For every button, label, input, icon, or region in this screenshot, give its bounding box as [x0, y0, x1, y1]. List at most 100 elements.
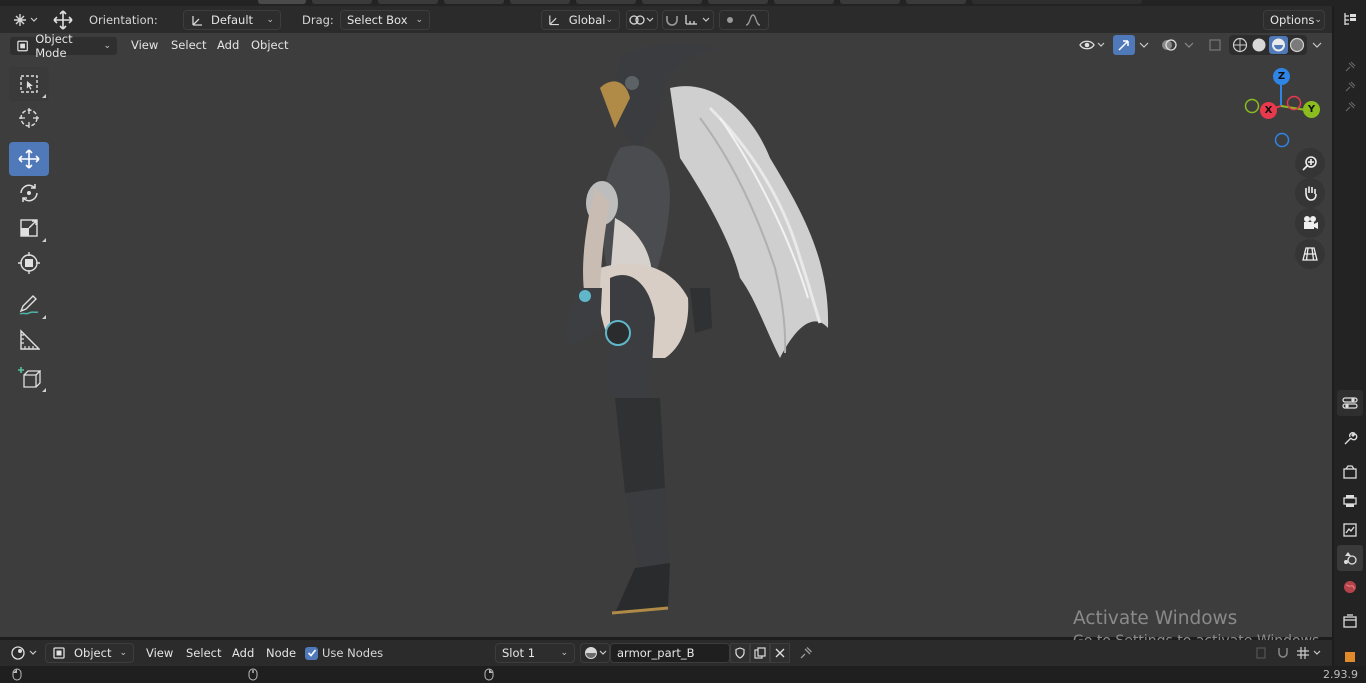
transform-tool-icon — [14, 14, 38, 26]
xray-icon — [1209, 39, 1221, 51]
workspace-tab[interactable] — [840, 0, 900, 4]
outliner-icon[interactable] — [1337, 6, 1363, 32]
grid-perspective-icon — [1302, 247, 1318, 261]
measure-tool[interactable] — [9, 323, 49, 357]
mode-dropdown[interactable]: Object Mode ⌄ — [9, 32, 118, 60]
node-snapping-button[interactable] — [1273, 643, 1293, 663]
object-mode-icon — [17, 40, 28, 52]
rotate-tool[interactable] — [9, 176, 49, 210]
orientation-dropdown[interactable]: Default ⌄ — [183, 10, 281, 30]
options-dropdown[interactable]: Options ⌄ — [1263, 10, 1325, 30]
gizmo-z-axis[interactable]: Z — [1273, 68, 1290, 85]
xray-button[interactable] — [1205, 35, 1225, 55]
material-name: armor_part_B — [617, 646, 695, 660]
chevron-down-icon: ⌄ — [415, 15, 423, 25]
editor-type-button[interactable] — [10, 10, 40, 30]
transform-tool[interactable] — [9, 246, 49, 280]
tool-settings-icon[interactable] — [1337, 425, 1363, 451]
gizmo-x-axis[interactable]: X — [1260, 102, 1277, 119]
node-menu-view[interactable]: View — [146, 646, 173, 660]
editor-type-button[interactable] — [8, 643, 40, 663]
rendered-shading-icon — [1289, 37, 1305, 53]
shader-type-value: Object — [74, 646, 112, 660]
search-field[interactable] — [972, 0, 1142, 4]
orientation-label: Orientation: — [89, 13, 158, 27]
snapping-button[interactable] — [662, 10, 714, 30]
visibility-button[interactable] — [1077, 35, 1109, 55]
orientation-value: Default — [211, 13, 254, 27]
cursor-tool[interactable] — [9, 101, 49, 135]
workspace-tab[interactable] — [642, 0, 702, 4]
proportional-editing-button[interactable] — [719, 10, 769, 30]
add-cube-tool[interactable] — [9, 361, 49, 395]
fake-user-button[interactable] — [730, 643, 750, 663]
material-slot-dropdown[interactable]: Slot 1 ⌄ — [495, 643, 575, 663]
transform-orientation-dropdown[interactable]: Global ⌄ — [541, 10, 620, 30]
navigation-gizmo[interactable]: Z X Y — [1236, 64, 1326, 154]
mouse-left-icon — [12, 668, 22, 683]
menu-add[interactable]: Add — [217, 38, 239, 52]
view-layer-icon[interactable] — [1337, 517, 1363, 543]
material-name-field[interactable]: armor_part_B — [610, 643, 730, 663]
menu-view[interactable]: View — [131, 38, 158, 52]
workspace-tab[interactable] — [510, 0, 570, 4]
zoom-icon — [1302, 156, 1317, 171]
camera-view-button[interactable] — [1295, 208, 1325, 238]
pin-icon[interactable] — [1337, 94, 1363, 120]
material-shading-icon — [1272, 38, 1285, 52]
unlink-material-button[interactable] — [770, 643, 790, 663]
gizmo-y-axis[interactable]: Y — [1303, 101, 1320, 118]
workspace-tab[interactable] — [708, 0, 768, 4]
tool-options-corner — [42, 388, 46, 392]
workspace-tab[interactable] — [312, 0, 372, 4]
output-icon[interactable] — [1337, 488, 1363, 514]
node-menu-node[interactable]: Node — [266, 646, 296, 660]
properties-tool-icon[interactable] — [1337, 390, 1363, 416]
drag-dropdown[interactable]: Select Box ⌄ — [340, 10, 430, 30]
use-nodes-label: Use Nodes — [322, 646, 384, 660]
pin-node-tree-button[interactable] — [796, 643, 816, 663]
workspace-tab[interactable] — [444, 0, 504, 4]
use-nodes-toggle[interactable]: Use Nodes — [305, 646, 383, 660]
zoom-button[interactable] — [1295, 148, 1325, 178]
active-tool-move-icon[interactable] — [49, 10, 77, 30]
overlays-button[interactable] — [1158, 35, 1180, 55]
workspace-tab-active[interactable] — [258, 0, 306, 4]
world-icon[interactable] — [1337, 574, 1363, 600]
workspace-tab[interactable] — [906, 0, 966, 4]
move-icon — [18, 149, 40, 169]
tool-header: Orientation: Default ⌄ Drag: Select Box … — [0, 6, 1332, 33]
workspace-tab[interactable] — [576, 0, 636, 4]
shading-buttons — [1229, 35, 1307, 55]
menu-object[interactable]: Object — [251, 38, 288, 52]
annotate-tool[interactable] — [9, 288, 49, 322]
gizmo-dropdown[interactable] — [1136, 35, 1152, 55]
node-snap-element-button[interactable] — [1295, 643, 1325, 663]
overlays-dropdown[interactable] — [1181, 35, 1197, 55]
solid-shading-icon — [1252, 38, 1266, 52]
pivot-icon — [629, 15, 654, 25]
checkbox-checked-icon[interactable] — [305, 646, 318, 660]
gizmo-toggle-button[interactable] — [1113, 35, 1135, 55]
backdrop-button[interactable] — [1251, 643, 1271, 663]
workspace-tab[interactable] — [378, 0, 438, 4]
pan-button[interactable] — [1295, 178, 1325, 208]
node-menu-select[interactable]: Select — [186, 646, 221, 660]
drag-label: Drag: — [302, 13, 334, 27]
scene-icon[interactable] — [1337, 545, 1363, 571]
workspace-tab[interactable] — [774, 0, 834, 4]
perspective-toggle-button[interactable] — [1295, 239, 1325, 269]
render-icon[interactable] — [1337, 459, 1363, 485]
scale-tool[interactable] — [9, 211, 49, 245]
new-material-button[interactable] — [750, 643, 770, 663]
select-box-tool[interactable] — [9, 67, 49, 101]
shading-dropdown[interactable] — [1309, 35, 1325, 55]
pivot-point-button[interactable] — [626, 10, 658, 30]
move-tool[interactable] — [9, 142, 49, 176]
shader-type-dropdown[interactable]: Object ⌄ — [45, 643, 134, 663]
node-menu-add[interactable]: Add — [232, 646, 254, 660]
browse-material-button[interactable] — [580, 643, 610, 663]
collection-icon[interactable] — [1337, 608, 1363, 634]
character-model[interactable] — [540, 38, 850, 628]
menu-select[interactable]: Select — [171, 38, 206, 52]
